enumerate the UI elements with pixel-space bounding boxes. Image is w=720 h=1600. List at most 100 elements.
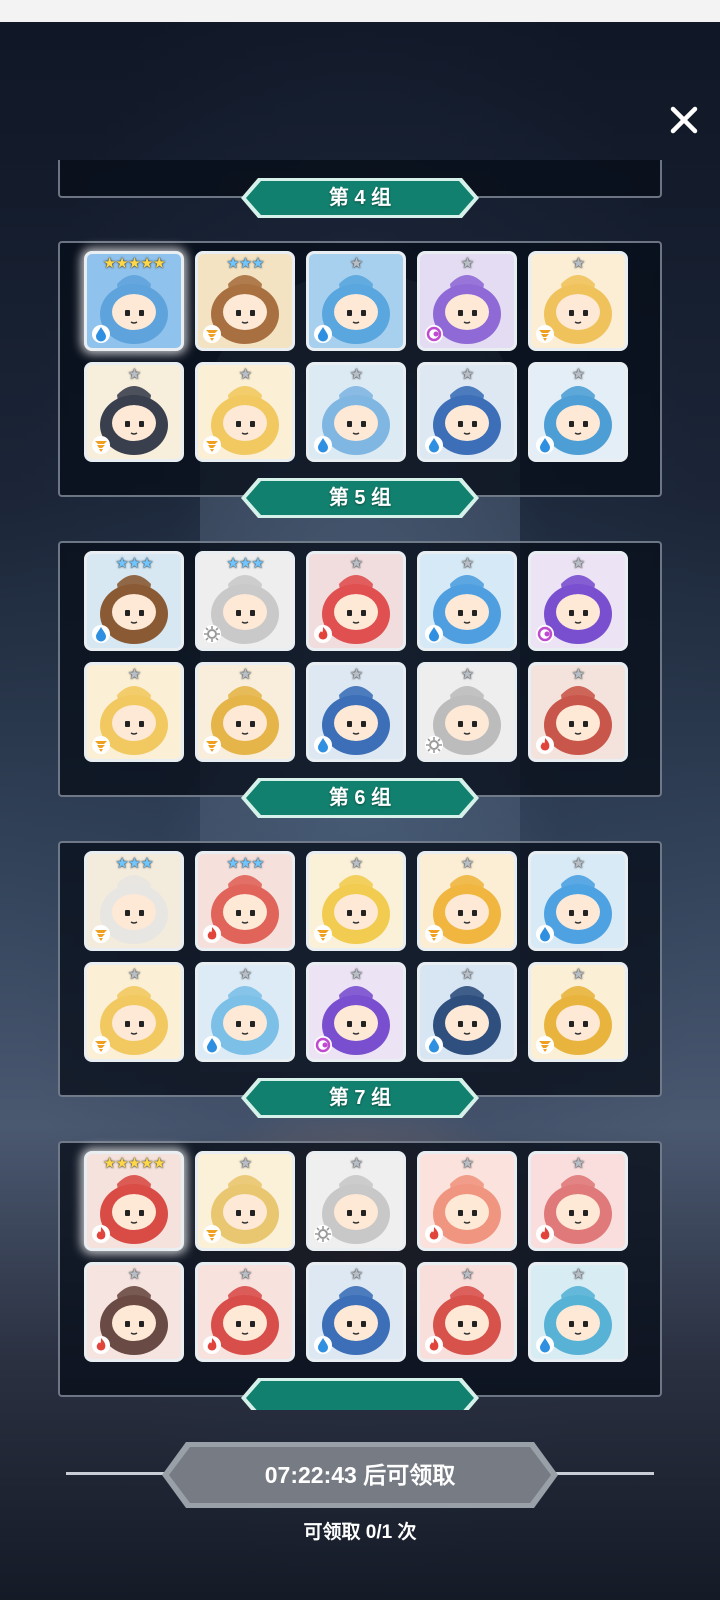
light-element-icon — [425, 736, 443, 754]
hero-card[interactable]: ★ — [84, 1262, 184, 1362]
hero-card[interactable]: ★ — [195, 662, 295, 762]
water-element-icon — [314, 325, 332, 343]
wind-element-icon — [536, 1036, 554, 1054]
hero-card[interactable]: ★ — [528, 551, 628, 651]
fire-element-icon — [536, 1225, 554, 1243]
hero-stars: ★ — [460, 366, 474, 383]
hero-stars: ★ — [460, 1155, 474, 1172]
hero-card[interactable]: ★ — [306, 251, 406, 351]
hero-stars: ★ — [571, 366, 585, 383]
hero-card[interactable]: ★ — [528, 362, 628, 462]
water-element-icon — [425, 436, 443, 454]
hero-card[interactable]: ★ — [84, 362, 184, 462]
fire-element-icon — [425, 1336, 443, 1354]
hero-card[interactable]: ★ — [195, 362, 295, 462]
wind-element-icon — [425, 925, 443, 943]
hero-stars: ★ — [349, 555, 363, 572]
group-title: 第 5 组 — [328, 487, 392, 509]
hero-stars: ★ — [127, 966, 141, 983]
wind-element-icon — [92, 1036, 110, 1054]
group-list[interactable]: ★★★★★ ★★★ ★ ★ ★ ★ ★ ★ ★ ★ 第 4 组 ★★★ ★★★ ★ ★ ★ ★ ★ ★ ★ ★ 第 5 组… — [0, 160, 720, 1410]
water-element-icon — [314, 1336, 332, 1354]
hero-card[interactable]: ★ — [84, 962, 184, 1062]
water-element-icon — [425, 1036, 443, 1054]
fire-element-icon — [92, 1225, 110, 1243]
hero-stars: ★★★★★ — [102, 1155, 166, 1172]
fire-element-icon — [92, 1336, 110, 1354]
hero-card[interactable]: ★★★ — [84, 851, 184, 951]
hero-card[interactable]: ★ — [417, 551, 517, 651]
hero-card[interactable]: ★ — [306, 1151, 406, 1251]
hero-card[interactable]: ★ — [306, 851, 406, 951]
group-header-next — [240, 1377, 480, 1410]
hero-card[interactable]: ★★★ — [195, 551, 295, 651]
hero-card[interactable]: ★ — [195, 1262, 295, 1362]
hero-card[interactable]: ★ — [195, 962, 295, 1062]
close-icon — [670, 106, 698, 134]
hero-card[interactable]: ★ — [417, 362, 517, 462]
hero-stars: ★ — [571, 855, 585, 872]
water-element-icon — [536, 925, 554, 943]
hero-stars: ★ — [349, 855, 363, 872]
hero-card[interactable]: ★★★ — [84, 551, 184, 651]
hero-card[interactable]: ★ — [417, 251, 517, 351]
hero-card[interactable]: ★ — [528, 851, 628, 951]
light-element-icon — [314, 1225, 332, 1243]
hero-card[interactable]: ★ — [417, 851, 517, 951]
hero-card[interactable]: ★ — [417, 1262, 517, 1362]
fire-element-icon — [203, 1336, 221, 1354]
hero-stars: ★ — [349, 666, 363, 683]
close-button[interactable] — [664, 100, 704, 140]
water-element-icon — [536, 436, 554, 454]
hero-stars: ★★★ — [115, 555, 153, 572]
hero-card[interactable]: ★ — [306, 1262, 406, 1362]
hero-card[interactable]: ★ — [528, 1262, 628, 1362]
wind-element-icon — [203, 736, 221, 754]
hero-card[interactable]: ★ — [306, 362, 406, 462]
hero-card[interactable]: ★ — [528, 962, 628, 1062]
group-panel: ★★★★★★★★★★★★★★ — [58, 541, 662, 797]
hero-stars: ★ — [460, 255, 474, 272]
hero-card[interactable]: ★ — [417, 662, 517, 762]
hero-card[interactable]: ★ — [417, 1151, 517, 1251]
fire-element-icon — [425, 1225, 443, 1243]
hero-card[interactable]: ★ — [417, 962, 517, 1062]
status-bar — [0, 0, 720, 22]
hero-stars: ★ — [460, 1266, 474, 1283]
hero-card[interactable]: ★★★★★ — [84, 1151, 184, 1251]
hero-card[interactable]: ★★★ — [195, 851, 295, 951]
hero-stars: ★ — [571, 255, 585, 272]
claim-timer-button[interactable]: 07:22:43 后可领取 — [160, 1440, 560, 1510]
hero-card[interactable]: ★★★ — [195, 251, 295, 351]
hero-stars: ★ — [460, 966, 474, 983]
hero-card[interactable]: ★★★★★ — [84, 251, 184, 351]
hero-stars: ★ — [127, 666, 141, 683]
hero-stars: ★ — [571, 555, 585, 572]
light-element-icon — [203, 625, 221, 643]
hero-card[interactable]: ★ — [195, 1151, 295, 1251]
hero-card[interactable]: ★ — [306, 962, 406, 1062]
water-element-icon — [536, 1336, 554, 1354]
hero-card[interactable]: ★ — [306, 662, 406, 762]
claim-count-label: 可领取 0/1 次 — [303, 1522, 417, 1543]
hero-stars: ★ — [238, 666, 252, 683]
group-title: 第 4 组 — [328, 187, 392, 209]
hero-stars: ★ — [571, 1155, 585, 1172]
fire-element-icon — [203, 925, 221, 943]
hero-card[interactable]: ★ — [84, 662, 184, 762]
hero-card[interactable]: ★ — [306, 551, 406, 651]
group-title: 第 7 组 — [328, 1087, 392, 1109]
wind-element-icon — [203, 1225, 221, 1243]
hero-card[interactable]: ★ — [528, 251, 628, 351]
hero-stars: ★ — [238, 1266, 252, 1283]
water-element-icon — [92, 625, 110, 643]
hero-stars: ★ — [571, 1266, 585, 1283]
dark-element-icon — [425, 325, 443, 343]
wind-element-icon — [314, 925, 332, 943]
group-header: 第 5 组 — [240, 477, 480, 519]
hero-card[interactable]: ★ — [528, 662, 628, 762]
hero-stars: ★ — [238, 366, 252, 383]
wind-element-icon — [92, 436, 110, 454]
group-panel: ★★★★★★★★★★★★★★ — [58, 1141, 662, 1397]
hero-card[interactable]: ★ — [528, 1151, 628, 1251]
